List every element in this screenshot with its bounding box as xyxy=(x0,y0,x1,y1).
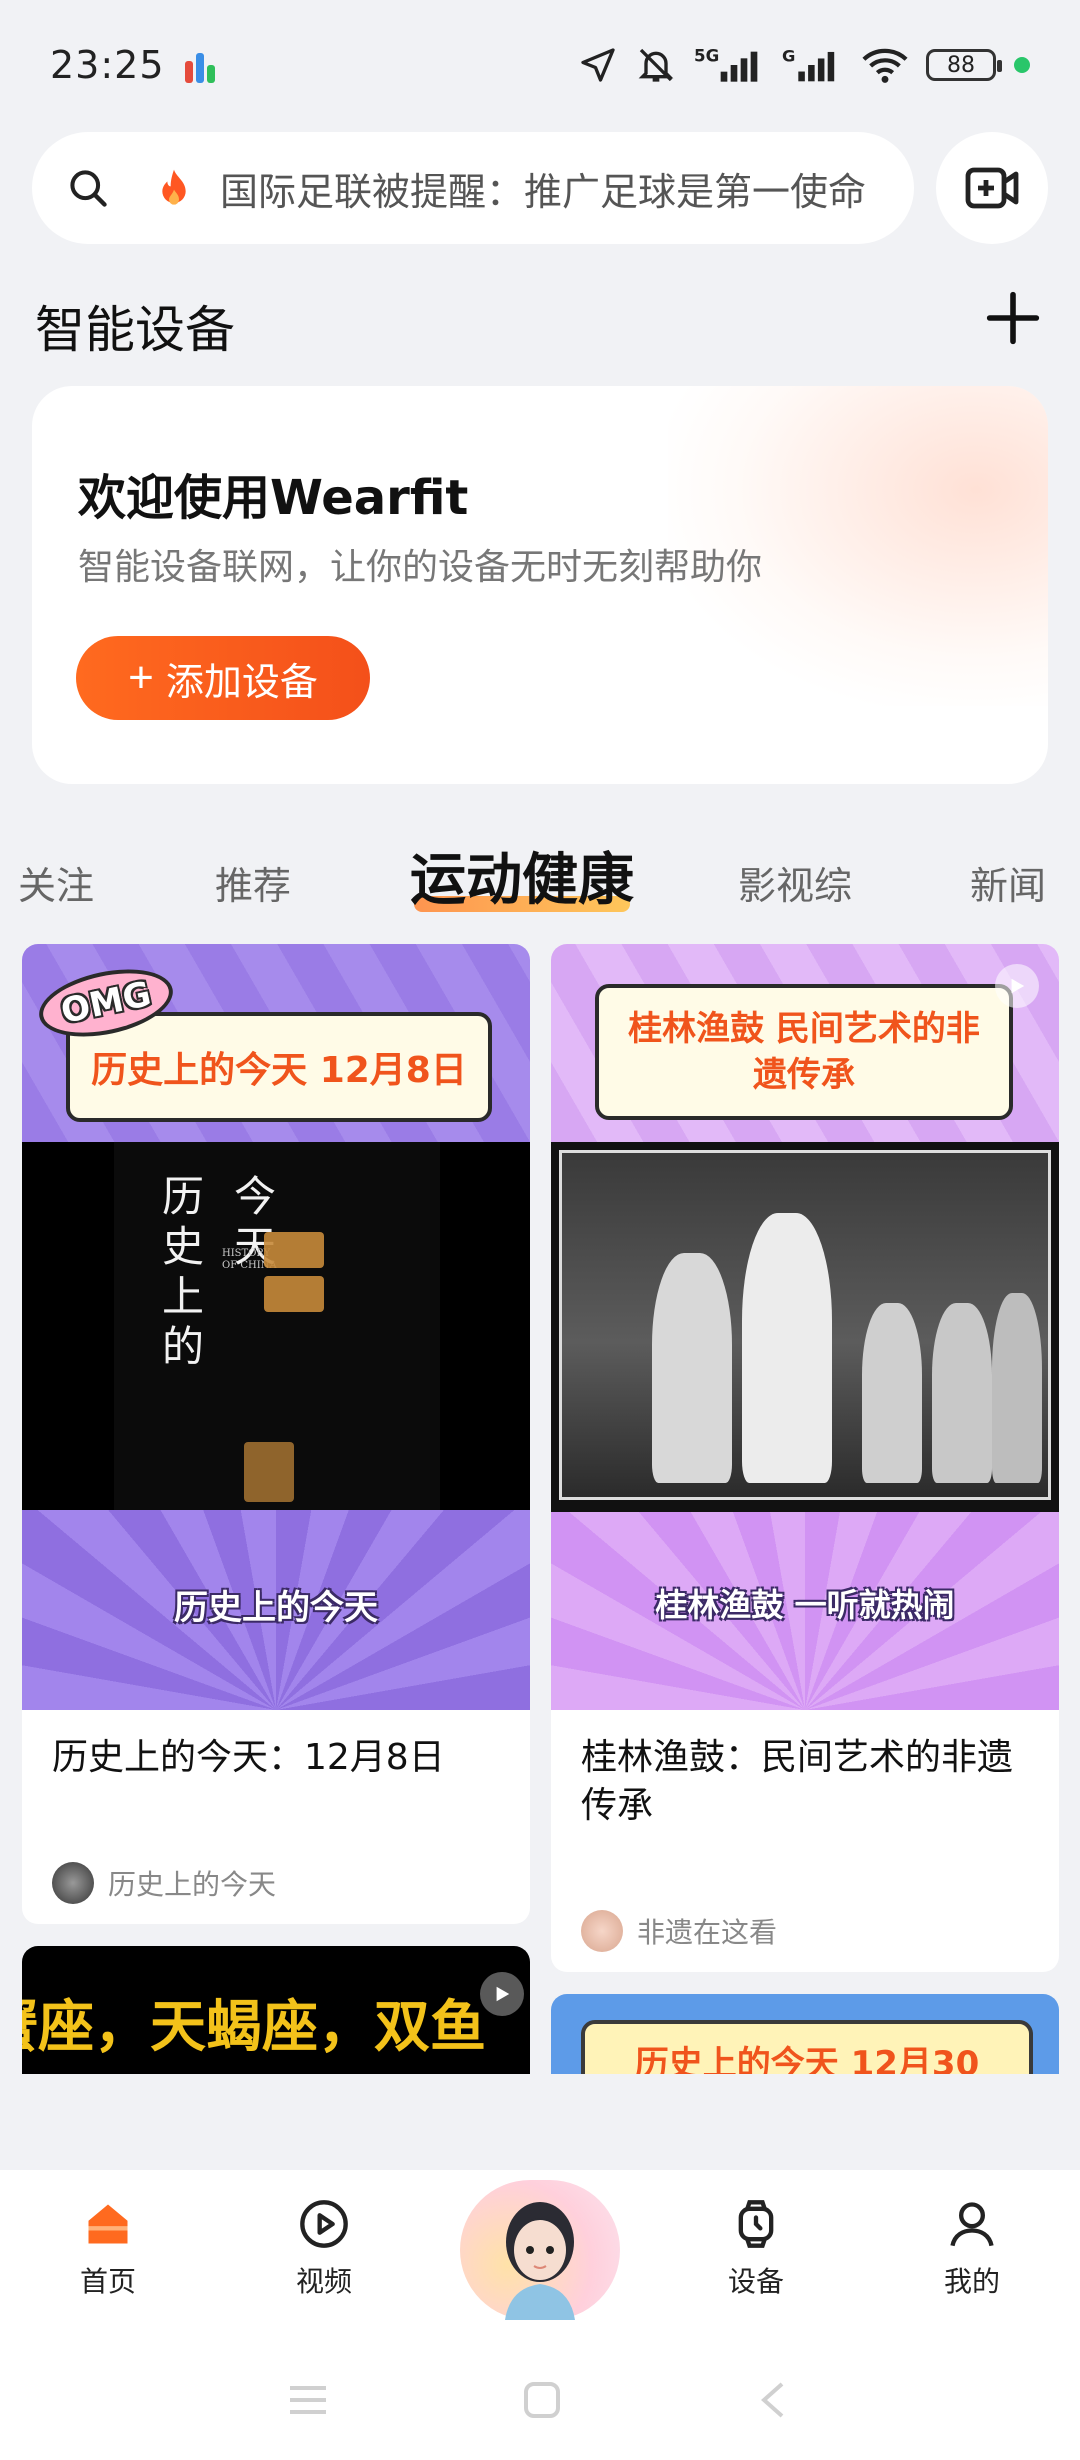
add-device-button[interactable]: + 添加设备 xyxy=(76,636,370,720)
author-name: 历史上的今天 xyxy=(108,1868,277,1901)
nav-device-label: 设备 xyxy=(727,2265,784,2298)
status-dot xyxy=(1014,57,1030,73)
performer-figure xyxy=(742,1213,832,1483)
tab-sports-health-label: 运动健康 xyxy=(410,848,634,913)
window-light xyxy=(264,1232,324,1268)
tab-recommend[interactable]: 推荐 xyxy=(215,855,291,910)
welcome-card: 欢迎使用Wearfit 智能设备联网，让你的设备无时无刻帮助你 + 添加设备 xyxy=(32,386,1048,784)
back-icon[interactable] xyxy=(754,2378,794,2422)
add-device-label: 添加设备 xyxy=(165,661,318,704)
add-device-plus-icon[interactable] xyxy=(985,290,1041,346)
nav-home[interactable]: 首页 xyxy=(48,2198,168,2300)
play-circle-icon xyxy=(300,2200,348,2248)
musician-figure xyxy=(862,1303,922,1483)
signal-g-icon: G xyxy=(782,47,835,82)
search-bar[interactable]: 国际足联被提醒：推广足球是第一使命 xyxy=(32,132,914,244)
person-icon xyxy=(950,2202,994,2247)
status-time: 23:25 xyxy=(50,43,165,87)
plus-icon: + xyxy=(128,653,154,702)
nav-profile-label: 我的 xyxy=(943,2265,1000,2298)
thumb-banner: 桂林渔鼓 民间艺术的非遗传承 xyxy=(595,984,1013,1120)
author-avatar xyxy=(52,1862,94,1904)
welcome-subtitle: 智能设备联网，让你的设备无时无刻帮助你 xyxy=(78,547,763,588)
author-name: 非遗在这看 xyxy=(637,1916,778,1949)
nav-video[interactable]: 视频 xyxy=(264,2198,384,2300)
tab-follow[interactable]: 关注 xyxy=(18,855,94,910)
search-row: 国际足联被提醒：推广足球是第一使命 xyxy=(32,132,1048,244)
section-title-devices: 智能设备 xyxy=(35,301,235,359)
video-thumbnail: 历史上的今天 12月8日 OMG 今天 历史上的 HISTORY OF CHIN… xyxy=(22,944,530,1710)
nav-device[interactable]: 设备 xyxy=(696,2198,816,2300)
musician-figure xyxy=(932,1303,992,1483)
bw-photo xyxy=(559,1150,1051,1500)
thumb-text: 蟹座，天蝎座，双鱼 xyxy=(22,1994,486,2060)
play-icon xyxy=(480,1972,524,2016)
menu-icon[interactable] xyxy=(286,2380,330,2420)
nav-profile[interactable]: 我的 xyxy=(912,2198,1032,2300)
thumb-banner: 历史上的今天 12月30 xyxy=(581,2020,1033,2074)
nav-video-label: 视频 xyxy=(295,2265,352,2298)
card-author: 历史上的今天 xyxy=(52,1862,276,1904)
author-avatar xyxy=(581,1910,623,1952)
musician-figure xyxy=(992,1293,1042,1483)
thumb-vertical-text-left: 历史上的 xyxy=(162,1172,205,1371)
app-notification-icon xyxy=(184,47,221,83)
tab-sports-health[interactable]: 运动健康 xyxy=(410,835,634,916)
tab-news[interactable]: 新闻 xyxy=(970,855,1046,910)
home-icon xyxy=(88,2204,128,2244)
tab-entertainment[interactable]: 影视综 xyxy=(738,855,852,910)
welcome-title: 欢迎使用Wearfit xyxy=(78,470,469,526)
assistant-avatar xyxy=(505,2202,575,2320)
video-record-button[interactable] xyxy=(936,132,1048,244)
fire-icon xyxy=(162,169,186,205)
card-author: 非遗在这看 xyxy=(581,1910,777,1952)
nav-home-label: 首页 xyxy=(79,2265,136,2298)
wifi-icon xyxy=(862,48,908,83)
thumb-caption: 历史上的今天 xyxy=(174,1588,378,1628)
home-square-icon[interactable] xyxy=(520,2378,564,2422)
window-light xyxy=(244,1442,294,1502)
mute-bell-icon xyxy=(638,48,674,82)
thumb-photo xyxy=(551,1142,1059,1512)
performer-figure xyxy=(652,1253,732,1483)
card-title: 桂林渔鼓：民间艺术的非遗传承 xyxy=(581,1737,1014,1826)
location-icon xyxy=(581,48,615,82)
thumb-dark-frame: 今天 历史上的 HISTORY OF CHINA xyxy=(22,1142,530,1510)
battery-indicator: 88 xyxy=(926,49,1002,81)
feed-card-yugu[interactable]: 桂林渔鼓 民间艺术的非遗传承 桂林渔鼓 一听就热闹 桂林渔鼓：民间艺术的非遗传承… xyxy=(551,944,1059,1972)
signal-5g-icon: 5G xyxy=(694,47,758,82)
feed-card-history[interactable]: 历史上的今天 12月8日 OMG 今天 历史上的 HISTORY OF CHIN… xyxy=(22,944,530,1924)
category-tabs: 关注 推荐 运动健康 影视综 新闻 xyxy=(0,835,1080,925)
watch-icon xyxy=(738,2200,774,2248)
video-record-icon xyxy=(965,167,1019,209)
card-title: 历史上的今天：12月8日 xyxy=(52,1737,445,1778)
svg-text:G: G xyxy=(782,47,795,66)
status-bar: 23:25 5G G 88 xyxy=(0,0,1080,130)
search-hot-text: 国际足联被提醒：推广足球是第一使命 xyxy=(220,169,867,214)
dark-inner: 今天 历史上的 HISTORY OF CHINA xyxy=(114,1142,440,1510)
assistant-avatar-button[interactable] xyxy=(460,2180,620,2320)
video-thumbnail: 桂林渔鼓 民间艺术的非遗传承 桂林渔鼓 一听就热闹 xyxy=(551,944,1059,1710)
feed-card-partial-left[interactable]: 蟹座，天蝎座，双鱼 xyxy=(22,1946,530,2074)
search-icon xyxy=(70,170,107,207)
thumb-caption: 桂林渔鼓 一听就热闹 xyxy=(655,1586,955,1624)
system-navigation-bar xyxy=(0,2340,1080,2460)
play-icon xyxy=(995,964,1039,1008)
window-light xyxy=(264,1276,324,1312)
feed-card-partial-right[interactable]: 历史上的今天 12月30 xyxy=(551,1994,1059,2074)
status-icons: 5G G 88 xyxy=(578,45,1030,85)
svg-text:5G: 5G xyxy=(694,47,719,66)
